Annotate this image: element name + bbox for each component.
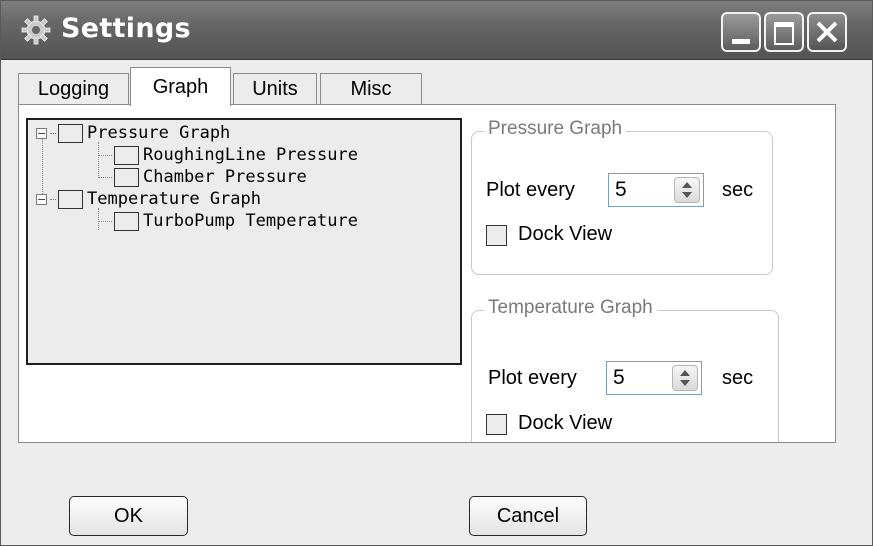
tree-connector (50, 198, 56, 200)
graph-tab-panel: − Pressure Graph RoughingLine Pressure C… (18, 104, 836, 443)
tree-item-roughingline-pressure[interactable]: RoughingLine Pressure (98, 144, 358, 166)
spinner-value: 5 (615, 178, 627, 201)
tree-checkbox[interactable] (114, 211, 139, 231)
tree-item-label: Temperature Graph (87, 189, 261, 209)
tree-checkbox[interactable] (58, 189, 83, 209)
settings-window: Settings Logging Graph Units Misc − Pres… (0, 0, 873, 546)
plot-every-label: Plot every (486, 179, 575, 201)
spinner-value: 5 (613, 366, 625, 389)
tree-connector (98, 220, 112, 222)
collapse-icon[interactable]: − (36, 127, 47, 139)
gear-icon (21, 15, 51, 45)
unit-label: sec (722, 367, 754, 389)
tree-item-temperature-graph[interactable]: − Temperature Graph (36, 188, 261, 210)
tree-item-turbopump-temperature[interactable]: TurboPump Temperature (98, 210, 358, 232)
tree-checkbox[interactable] (58, 123, 83, 143)
tree-checkbox[interactable] (114, 145, 139, 165)
pressure-plot-interval-spinner[interactable]: 5 (608, 173, 704, 207)
dock-view-label: Dock View (518, 223, 613, 245)
plot-every-label: Plot every (488, 367, 577, 389)
group-title: Temperature Graph (484, 297, 657, 319)
tree-item-pressure-graph[interactable]: − Pressure Graph (36, 122, 230, 144)
group-title: Pressure Graph (484, 118, 627, 140)
temperature-plot-interval-spinner[interactable]: 5 (606, 361, 702, 395)
tree-connector (98, 176, 112, 178)
tab-units[interactable]: Units (233, 73, 317, 105)
tab-logging[interactable]: Logging (18, 73, 129, 105)
dock-view-label: Dock View (518, 412, 613, 434)
tree-item-label: Pressure Graph (87, 123, 231, 143)
minimize-icon[interactable] (721, 12, 761, 52)
spinner-arrows-icon[interactable] (674, 177, 700, 203)
window-title: Settings (61, 13, 191, 44)
spinner-arrows-icon[interactable] (672, 365, 698, 391)
tree-item-chamber-pressure[interactable]: Chamber Pressure (98, 166, 307, 188)
tree-checkbox[interactable] (114, 167, 139, 187)
graph-tree-view[interactable]: − Pressure Graph RoughingLine Pressure C… (26, 118, 462, 365)
tree-item-label: RoughingLine Pressure (143, 145, 358, 165)
cancel-button[interactable]: Cancel (469, 496, 587, 536)
close-x-glyph (816, 21, 838, 43)
temperature-dock-view-checkbox[interactable] (486, 414, 507, 435)
tree-item-label: Chamber Pressure (143, 167, 307, 187)
collapse-icon[interactable]: − (36, 193, 47, 205)
tree-item-label: TurboPump Temperature (143, 211, 358, 231)
ok-button[interactable]: OK (69, 496, 188, 536)
tab-misc[interactable]: Misc (320, 73, 422, 105)
title-bar[interactable]: Settings (1, 1, 872, 60)
maximize-icon[interactable] (764, 12, 804, 52)
tree-connector (50, 132, 56, 134)
tree-connector (98, 154, 112, 156)
pressure-dock-view-checkbox[interactable] (486, 225, 507, 246)
close-icon[interactable] (807, 12, 847, 52)
temperature-graph-group: Temperature Graph Plot every 5 sec Dock … (471, 297, 779, 442)
pressure-graph-group: Pressure Graph Plot every 5 sec Dock Vie… (471, 118, 773, 275)
tab-graph[interactable]: Graph (130, 67, 231, 106)
unit-label: sec (722, 179, 754, 201)
